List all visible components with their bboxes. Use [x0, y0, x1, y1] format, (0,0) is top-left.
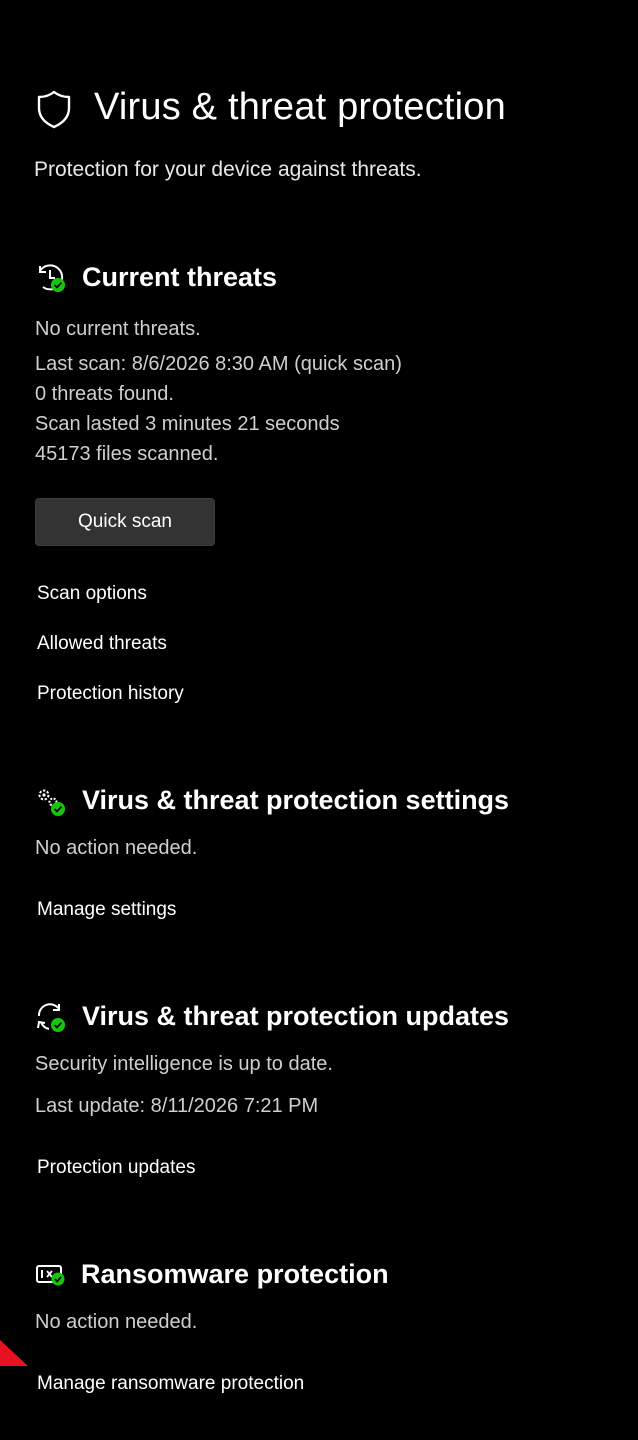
- gears-check-icon: [35, 786, 67, 823]
- shield-icon: [35, 89, 73, 134]
- threat-status: No current threats.: [35, 318, 201, 340]
- protection-history-link[interactable]: Protection history: [37, 683, 184, 705]
- current-threats-heading: Current threats: [82, 262, 278, 292]
- settings-status: No action needed.: [35, 837, 198, 859]
- manage-ransomware-link[interactable]: Manage ransomware protection: [37, 1373, 304, 1395]
- ransomware-check-icon: [35, 1262, 67, 1295]
- files-scanned: 45173 files scanned.: [35, 443, 219, 465]
- threats-found: 0 threats found.: [35, 383, 174, 405]
- settings-heading: Virus & threat protection settings: [82, 785, 510, 815]
- quick-scan-button[interactable]: Quick scan: [35, 498, 215, 546]
- annotation-arrow-icon: [0, 1334, 32, 1375]
- updates-status: Security intelligence is up to date.: [35, 1053, 333, 1075]
- manage-settings-link[interactable]: Manage settings: [37, 899, 176, 921]
- clock-check-icon: [35, 262, 67, 299]
- page-subtitle: Protection for your device against threa…: [34, 158, 422, 181]
- protection-updates-link[interactable]: Protection updates: [37, 1157, 195, 1179]
- ransomware-heading: Ransomware protection: [81, 1259, 389, 1289]
- page-title: Virus & threat protection: [94, 86, 506, 128]
- refresh-check-icon: [35, 1002, 67, 1039]
- scan-options-link[interactable]: Scan options: [37, 583, 147, 605]
- ransomware-status: No action needed.: [35, 1311, 198, 1333]
- updates-heading: Virus & threat protection updates: [82, 1001, 510, 1031]
- last-update: Last update: 8/11/2026 7:21 PM: [35, 1095, 319, 1117]
- scan-duration: Scan lasted 3 minutes 21 seconds: [35, 413, 340, 435]
- last-scan: Last scan: 8/6/2026 8:30 AM (quick scan): [35, 353, 402, 375]
- allowed-threats-link[interactable]: Allowed threats: [37, 633, 167, 655]
